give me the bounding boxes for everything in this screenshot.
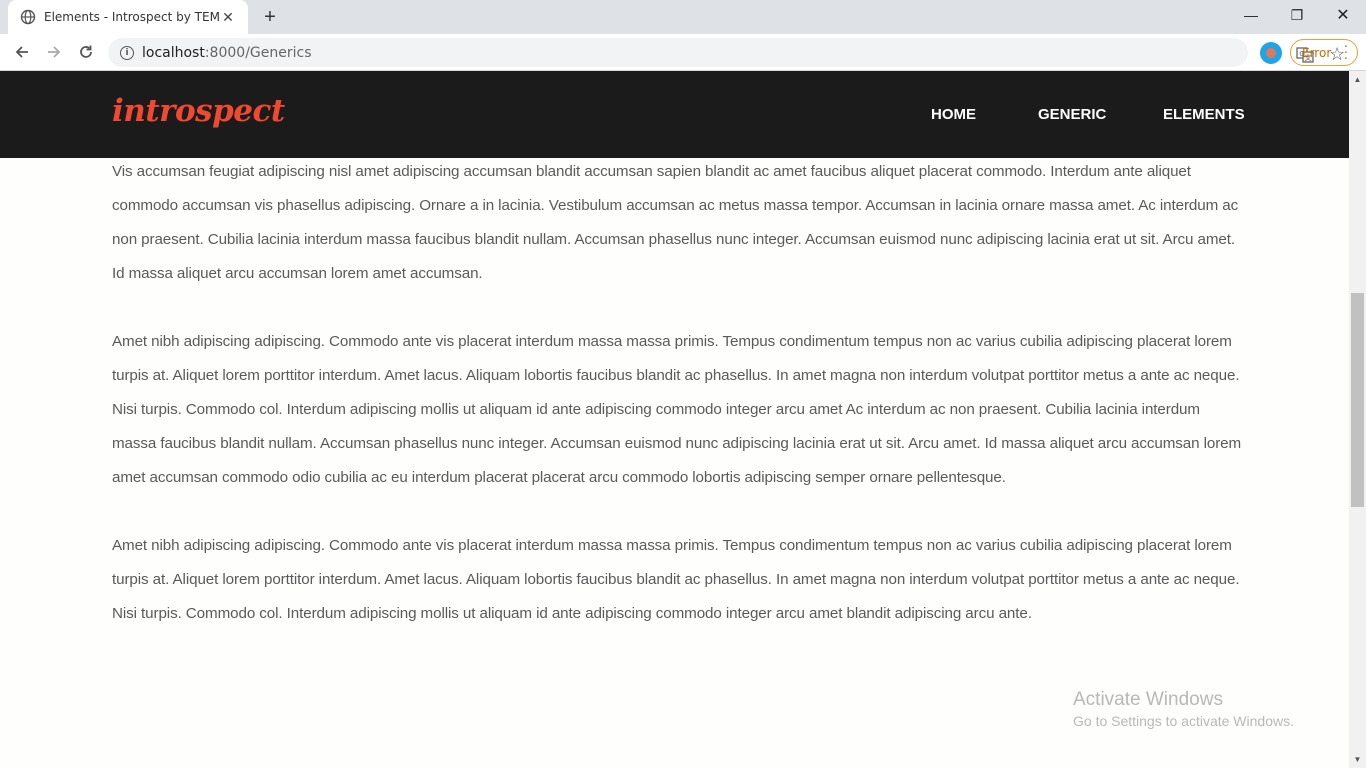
paragraph: Amet nibh adipiscing adipiscing. Commodo… (112, 537, 1240, 622)
site-logo[interactable]: introspect (112, 93, 285, 129)
watermark-title: Activate Windows (1073, 689, 1223, 710)
maximize-button[interactable]: ❐ (1274, 0, 1320, 30)
browser-tab-bar: Elements - Introspect by TEMPLA ✕ + — ❐ … (0, 0, 1366, 34)
nav-home[interactable]: HOME (931, 106, 976, 123)
forward-arrow-icon[interactable] (41, 39, 67, 65)
paragraph: Vis accumsan feugiat adipiscing nisl ame… (112, 163, 1239, 282)
error-button[interactable]: Error · · · (1290, 39, 1358, 66)
url-text: localhost:8000/Generics (142, 44, 312, 61)
close-icon[interactable]: ✕ (220, 9, 236, 25)
page-scrollbar[interactable]: ▲ ▼ (1349, 71, 1366, 768)
globe-icon (20, 9, 36, 25)
browser-tab[interactable]: Elements - Introspect by TEMPLA ✕ (8, 0, 248, 34)
activate-windows-watermark: Activate Windows Go to Settings to activ… (1073, 689, 1294, 729)
site-header: introspect HOME GENERIC ELEMENTS (0, 71, 1349, 158)
browser-toolbar: i localhost:8000/Generics 文G ☆ Error · · · (0, 34, 1366, 71)
scrollbar-thumb[interactable] (1351, 293, 1364, 507)
nav-generic[interactable]: GENERIC (1038, 106, 1106, 123)
window-close-button[interactable]: ✕ (1320, 0, 1366, 30)
info-icon[interactable]: i (120, 45, 134, 60)
watermark-subtitle: Go to Settings to activate Windows. (1073, 713, 1294, 729)
main-content: Vis accumsan feugiat adipiscing nisl ame… (112, 155, 1242, 665)
nav-elements[interactable]: ELEMENTS (1163, 106, 1245, 123)
profile-icon[interactable] (1260, 42, 1282, 64)
tab-title: Elements - Introspect by TEMPLA (44, 10, 220, 24)
more-vert-icon[interactable]: · · · (1344, 41, 1348, 66)
new-tab-button[interactable]: + (258, 6, 282, 28)
scroll-down-icon[interactable]: ▼ (1349, 751, 1366, 768)
scroll-up-icon[interactable]: ▲ (1349, 71, 1366, 88)
reload-icon[interactable] (73, 39, 99, 65)
minimize-button[interactable]: — (1228, 0, 1274, 30)
address-bar[interactable]: i localhost:8000/Generics 文G ☆ (108, 38, 1345, 67)
back-arrow-icon[interactable] (9, 39, 35, 65)
paragraph: Amet nibh adipiscing adipiscing. Commodo… (112, 333, 1242, 486)
